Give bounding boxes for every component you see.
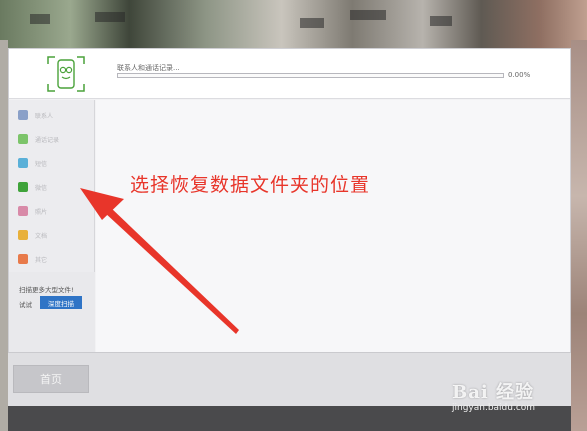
scan-more-text: 扫描更多大型文件!	[19, 286, 74, 294]
blur-block	[430, 16, 452, 26]
home-button[interactable]: 首页	[13, 365, 89, 393]
sidebar-item-label: 微信	[35, 184, 48, 192]
contacts-icon	[18, 110, 28, 120]
blurred-background-left	[0, 40, 8, 431]
sidebar-item-wechat[interactable]: 微信	[9, 175, 95, 199]
header: 联系人和通话记录... 0.00%	[9, 49, 570, 99]
sidebar-item-documents[interactable]: 文档	[9, 223, 95, 247]
blurred-background-top	[0, 0, 587, 48]
message-icon	[18, 158, 28, 168]
sidebar-item-label: 短信	[35, 160, 48, 168]
baidu-jingyan-logo: Bai 经验	[452, 382, 534, 403]
blur-block	[95, 12, 125, 22]
watermark: Bai 经验 jingyan.baidu.com	[444, 378, 562, 418]
sidebar-item-contacts[interactable]: 联系人	[9, 103, 95, 127]
sidebar-item-label: 联系人	[35, 112, 54, 120]
scan-try-label: 试试	[19, 301, 32, 309]
phone-scan-icon	[47, 56, 85, 92]
progress-percent: 0.00%	[508, 71, 531, 79]
progress-label: 联系人和通话记录...	[117, 64, 180, 72]
blurred-background-right	[571, 40, 587, 431]
wechat-icon	[18, 182, 28, 192]
other-icon	[18, 254, 28, 264]
annotation-text: 选择恢复数据文件夹的位置	[130, 174, 371, 196]
blur-block	[300, 18, 324, 28]
deep-scan-button[interactable]: 深度扫描	[40, 296, 82, 309]
photo-icon	[18, 206, 28, 216]
progress-bar	[117, 73, 504, 78]
sidebar-item-label: 照片	[35, 208, 48, 216]
document-icon	[18, 230, 28, 240]
sidebar-item-calls[interactable]: 通话记录	[9, 127, 95, 151]
blur-block	[350, 10, 386, 20]
sidebar-item-label: 通话记录	[35, 136, 60, 144]
sidebar-item-other[interactable]: 其它	[9, 247, 95, 271]
sidebar-item-messages[interactable]: 短信	[9, 151, 95, 175]
watermark-url: jingyan.baidu.com	[452, 403, 536, 413]
blur-block	[30, 14, 50, 24]
sidebar-item-photos[interactable]: 照片	[9, 199, 95, 223]
sidebar-item-label: 其它	[35, 256, 48, 264]
sidebar-item-label: 文档	[35, 232, 48, 240]
phone-icon	[18, 134, 28, 144]
